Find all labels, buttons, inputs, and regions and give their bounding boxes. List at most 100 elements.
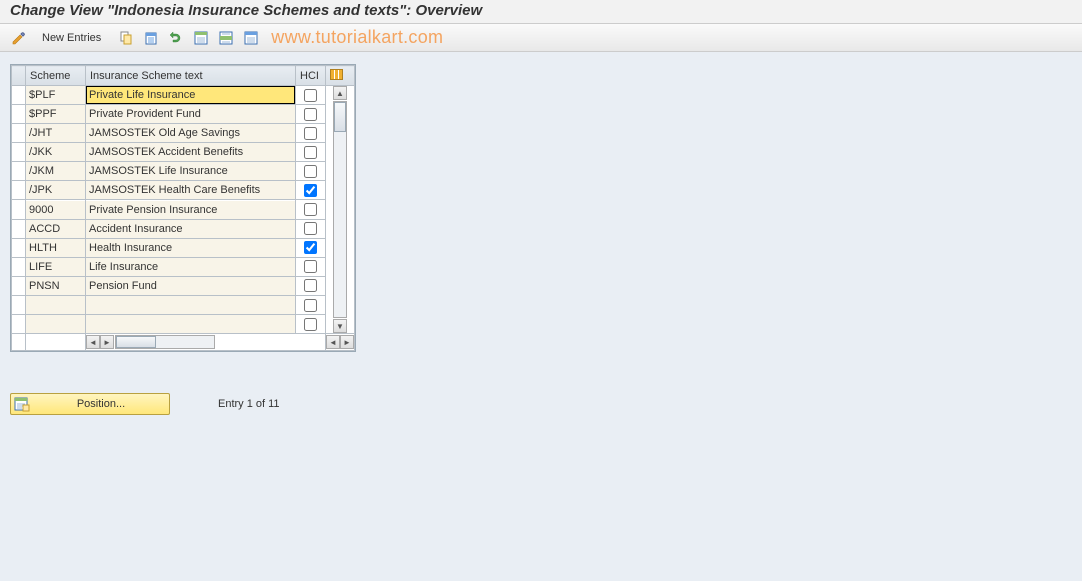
scheme-input[interactable] xyxy=(26,315,85,333)
hci-checkbox[interactable] xyxy=(304,203,317,216)
insurance-table: Scheme Insurance Scheme text HCI ▲▼ ◄ ► xyxy=(11,65,355,351)
copy-as-icon[interactable] xyxy=(115,28,137,48)
hci-checkbox[interactable] xyxy=(304,318,317,331)
table-container: Scheme Insurance Scheme text HCI ▲▼ ◄ ► xyxy=(10,64,356,352)
hci-checkbox[interactable] xyxy=(304,279,317,292)
row-selector[interactable] xyxy=(12,296,26,315)
undo-icon[interactable] xyxy=(165,28,187,48)
scheme-text-input[interactable] xyxy=(86,181,295,199)
row-selector[interactable] xyxy=(12,257,26,276)
row-selector[interactable] xyxy=(12,143,26,162)
vscroll-down-button[interactable]: ▼ xyxy=(333,319,347,333)
delete-icon[interactable] xyxy=(140,28,162,48)
configure-columns-button[interactable] xyxy=(326,66,355,86)
hscroll-right-button[interactable]: ► xyxy=(100,335,114,349)
deselect-all-icon[interactable] xyxy=(240,28,262,48)
row-selector[interactable] xyxy=(12,276,26,295)
scheme-input[interactable] xyxy=(26,239,85,257)
hscroll-right-area: ◄ ► xyxy=(326,334,355,351)
select-all-icon[interactable] xyxy=(190,28,212,48)
table-row xyxy=(12,143,355,162)
column-hci[interactable]: HCI xyxy=(296,66,326,86)
scheme-text-input[interactable] xyxy=(86,296,295,314)
content-area: Scheme Insurance Scheme text HCI ▲▼ ◄ ► xyxy=(0,52,1082,581)
select-all-rows[interactable] xyxy=(12,66,26,86)
vscroll-area: ▲▼ xyxy=(326,86,355,334)
scheme-input[interactable] xyxy=(26,162,85,180)
table-row xyxy=(12,124,355,143)
scheme-input[interactable] xyxy=(26,277,85,295)
scheme-text-input[interactable] xyxy=(86,277,295,295)
hci-checkbox[interactable] xyxy=(304,165,317,178)
hci-checkbox[interactable] xyxy=(304,299,317,312)
entry-counter: Entry 1 of 11 xyxy=(218,398,280,410)
app-toolbar: New Entries www.tutorialkart.com xyxy=(0,24,1082,52)
hscroll-left2-button[interactable]: ◄ xyxy=(326,335,340,349)
column-text[interactable]: Insurance Scheme text xyxy=(86,66,296,86)
new-entries-button[interactable]: New Entries xyxy=(35,28,108,48)
position-label: Position... xyxy=(77,398,125,410)
row-selector[interactable] xyxy=(12,162,26,181)
vscroll-thumb[interactable] xyxy=(334,102,346,132)
hscroll-track[interactable] xyxy=(115,335,215,349)
scheme-input[interactable] xyxy=(26,258,85,276)
scheme-text-input[interactable] xyxy=(86,315,295,333)
scheme-input[interactable] xyxy=(26,296,85,314)
scheme-input[interactable] xyxy=(26,86,85,104)
row-selector[interactable] xyxy=(12,105,26,124)
table-row-empty xyxy=(12,315,355,334)
hci-checkbox[interactable] xyxy=(304,146,317,159)
row-selector[interactable] xyxy=(12,124,26,143)
hscroll-spacer xyxy=(26,334,86,351)
hci-checkbox[interactable] xyxy=(304,184,317,197)
scheme-text-input[interactable] xyxy=(86,239,295,257)
hscroll-right2-button[interactable]: ► xyxy=(340,335,354,349)
hci-checkbox[interactable] xyxy=(304,241,317,254)
scheme-text-input[interactable] xyxy=(86,105,295,123)
scheme-input[interactable] xyxy=(26,181,85,199)
table-row xyxy=(12,162,355,181)
table-row xyxy=(12,219,355,238)
position-button[interactable]: Position... xyxy=(10,393,170,415)
select-block-icon[interactable] xyxy=(215,28,237,48)
row-selector[interactable] xyxy=(12,219,26,238)
table-row xyxy=(12,105,355,124)
bottom-left-corner xyxy=(12,334,26,351)
footer-row: Position... Entry 1 of 11 xyxy=(10,393,1072,415)
table-row xyxy=(12,200,355,219)
table-row xyxy=(12,238,355,257)
hci-checkbox[interactable] xyxy=(304,127,317,140)
row-selector[interactable] xyxy=(12,238,26,257)
hci-checkbox[interactable] xyxy=(304,260,317,273)
table-row xyxy=(12,181,355,200)
scheme-input[interactable] xyxy=(26,143,85,161)
scheme-text-input[interactable] xyxy=(86,201,295,219)
configure-columns-icon xyxy=(330,69,343,80)
hscroll-left-button[interactable]: ◄ xyxy=(86,335,100,349)
scheme-text-input[interactable] xyxy=(86,258,295,276)
vscroll-track[interactable] xyxy=(333,101,347,318)
hci-checkbox[interactable] xyxy=(304,108,317,121)
row-selector[interactable] xyxy=(12,200,26,219)
watermark-text: www.tutorialkart.com xyxy=(271,27,443,48)
scheme-text-input[interactable] xyxy=(86,143,295,161)
position-icon xyxy=(14,396,30,412)
scheme-input[interactable] xyxy=(26,201,85,219)
row-selector[interactable] xyxy=(12,181,26,200)
row-selector[interactable] xyxy=(12,86,26,105)
vscroll-up-button[interactable]: ▲ xyxy=(333,86,347,100)
row-selector[interactable] xyxy=(12,315,26,334)
hci-checkbox[interactable] xyxy=(304,222,317,235)
scheme-input[interactable] xyxy=(26,124,85,142)
scheme-input[interactable] xyxy=(26,220,85,238)
hscroll-thumb[interactable] xyxy=(116,336,156,348)
column-scheme[interactable]: Scheme xyxy=(26,66,86,86)
scheme-text-input[interactable] xyxy=(86,86,295,104)
hci-checkbox[interactable] xyxy=(304,89,317,102)
scheme-text-input[interactable] xyxy=(86,220,295,238)
scheme-text-input[interactable] xyxy=(86,124,295,142)
toggle-edit-icon[interactable] xyxy=(8,28,30,48)
page-title: Change View "Indonesia Insurance Schemes… xyxy=(10,2,482,19)
scheme-text-input[interactable] xyxy=(86,162,295,180)
scheme-input[interactable] xyxy=(26,105,85,123)
